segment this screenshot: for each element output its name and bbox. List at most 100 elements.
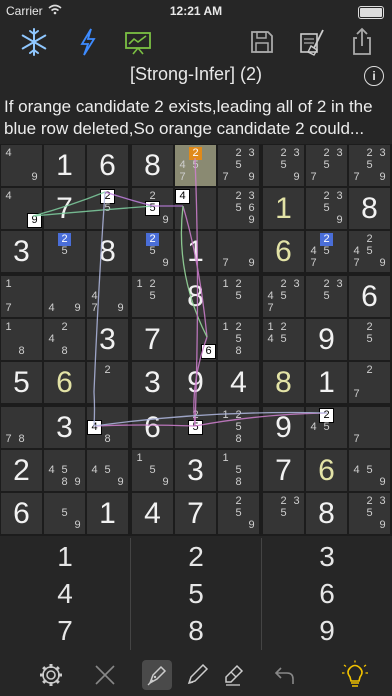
sudoku-cell[interactable]: 245 (306, 407, 347, 448)
sudoku-cell[interactable]: 459 (349, 450, 390, 491)
sudoku-cell[interactable]: 8 (175, 276, 216, 317)
sudoku-cell[interactable]: 479 (87, 276, 128, 317)
sudoku-cell[interactable]: 25 (349, 319, 390, 360)
eraser-icon[interactable] (218, 660, 248, 690)
sudoku-cell[interactable]: 4589 (44, 450, 85, 491)
sudoku-cell[interactable]: 3 (1, 231, 42, 272)
sudoku-cell[interactable]: 259 (132, 231, 173, 272)
info-icon[interactable]: i (364, 66, 384, 86)
lightbulb-icon[interactable] (340, 660, 370, 690)
sudoku-cell[interactable]: 7 (349, 407, 390, 448)
sudoku-cell[interactable]: 3 (175, 450, 216, 491)
presentation-icon[interactable] (122, 26, 154, 58)
sudoku-cell[interactable]: 9 (263, 407, 304, 448)
share-icon[interactable] (346, 26, 378, 58)
sudoku-cell[interactable]: 8 (87, 231, 128, 272)
sudoku-cell[interactable]: 1258 (218, 319, 259, 360)
sudoku-cell[interactable]: 4 (218, 362, 259, 403)
sudoku-cell[interactable]: 8 (306, 493, 347, 534)
sudoku-cell[interactable]: 2359 (263, 145, 304, 186)
clear-icon[interactable] (296, 26, 328, 58)
sudoku-cell[interactable]: 125 (132, 276, 173, 317)
sudoku-cell[interactable]: 1258 (218, 407, 259, 448)
sudoku-cell[interactable]: 3 (87, 319, 128, 360)
sudoku-cell[interactable]: 6 (44, 362, 85, 403)
sudoku-cell[interactable]: 2359 (349, 493, 390, 534)
sudoku-cell[interactable]: 1 (87, 493, 128, 534)
sudoku-cell[interactable]: 2359 (306, 188, 347, 229)
sudoku-cell[interactable]: 59 (44, 493, 85, 534)
sudoku-cell[interactable]: 1 (175, 231, 216, 272)
sudoku-cell[interactable]: 23457 (263, 276, 304, 317)
sudoku-cell[interactable]: 6 (306, 450, 347, 491)
sudoku-cell[interactable]: 7 (263, 450, 304, 491)
sudoku-cell[interactable]: 6 (132, 407, 173, 448)
sudoku-cell[interactable]: 1 (44, 145, 85, 186)
keypad-key-8[interactable]: 8 (131, 612, 261, 649)
sudoku-cell[interactable]: 27 (349, 362, 390, 403)
sudoku-cell[interactable]: 235 (306, 276, 347, 317)
sudoku-cell[interactable]: 8 (349, 188, 390, 229)
keypad-key-3[interactable]: 3 (262, 538, 392, 575)
sudoku-cell[interactable]: 158 (218, 450, 259, 491)
sudoku-cell[interactable]: 8 (132, 145, 173, 186)
sudoku-cell[interactable]: 159 (132, 450, 173, 491)
sudoku-cell[interactable]: 125 (218, 276, 259, 317)
sudoku-cell[interactable]: 7 (44, 188, 85, 229)
lightning-icon[interactable] (72, 26, 104, 58)
sudoku-cell[interactable]: 248 (44, 319, 85, 360)
sudoku-cell[interactable]: 49 (1, 188, 42, 229)
sudoku-cell[interactable]: 3 (132, 362, 173, 403)
sudoku-cell[interactable]: 49 (1, 145, 42, 186)
pencil-icon[interactable] (182, 660, 212, 690)
sudoku-cell[interactable]: 1245 (263, 319, 304, 360)
keypad-key-7[interactable]: 7 (0, 612, 130, 649)
snowflake-icon[interactable] (18, 26, 50, 58)
sudoku-cell[interactable]: 7 (175, 493, 216, 534)
keypad-key-6[interactable]: 6 (262, 575, 392, 612)
sudoku-cell[interactable]: 6 (175, 319, 216, 360)
sudoku-cell[interactable]: 25 (175, 407, 216, 448)
sudoku-cell[interactable]: 78 (1, 407, 42, 448)
keypad-key-2[interactable]: 2 (131, 538, 261, 575)
sudoku-cell[interactable]: 25 (44, 231, 85, 272)
sudoku-cell[interactable]: 2457 (175, 145, 216, 186)
sudoku-cell[interactable]: 259 (218, 493, 259, 534)
sudoku-cell[interactable]: 7 (132, 319, 173, 360)
sudoku-cell[interactable]: 48 (87, 407, 128, 448)
sudoku-cell[interactable]: 23579 (218, 145, 259, 186)
sudoku-cell[interactable]: 235 (263, 493, 304, 534)
sudoku-cell[interactable]: 2357 (306, 145, 347, 186)
gear-icon[interactable] (36, 660, 66, 690)
sudoku-cell[interactable]: 79 (218, 231, 259, 272)
sudoku-cell[interactable]: 3 (44, 407, 85, 448)
sudoku-cell[interactable]: 49 (44, 276, 85, 317)
sudoku-cell[interactable]: 2457 (306, 231, 347, 272)
sudoku-cell[interactable]: 259 (132, 188, 173, 229)
keypad-key-9[interactable]: 9 (262, 612, 392, 649)
keypad-key-1[interactable]: 1 (0, 538, 130, 575)
sudoku-cell[interactable]: 5 (1, 362, 42, 403)
sudoku-cell[interactable]: 23579 (349, 145, 390, 186)
sudoku-cell[interactable]: 18 (1, 319, 42, 360)
keypad-key-4[interactable]: 4 (0, 575, 130, 612)
pen-icon[interactable] (142, 660, 172, 690)
keypad-key-5[interactable]: 5 (131, 575, 261, 612)
save-icon[interactable] (246, 26, 278, 58)
sudoku-cell[interactable]: 2 (1, 450, 42, 491)
undo-icon[interactable] (270, 660, 300, 690)
sudoku-cell[interactable]: 6 (263, 231, 304, 272)
sudoku-cell[interactable]: 25 (87, 188, 128, 229)
sudoku-cell[interactable]: 459 (87, 450, 128, 491)
close-icon[interactable] (90, 660, 120, 690)
sudoku-cell[interactable]: 6 (1, 493, 42, 534)
sudoku-cell[interactable]: 4 (132, 493, 173, 534)
sudoku-cell[interactable]: 6 (349, 276, 390, 317)
sudoku-cell[interactable]: 6 (87, 145, 128, 186)
sudoku-cell[interactable]: 2 (87, 362, 128, 403)
sudoku-cell[interactable]: 23569 (218, 188, 259, 229)
sudoku-cell[interactable]: 8 (263, 362, 304, 403)
sudoku-cell[interactable]: 9 (175, 362, 216, 403)
sudoku-cell[interactable]: 24579 (349, 231, 390, 272)
sudoku-cell[interactable]: 4 (175, 188, 216, 229)
